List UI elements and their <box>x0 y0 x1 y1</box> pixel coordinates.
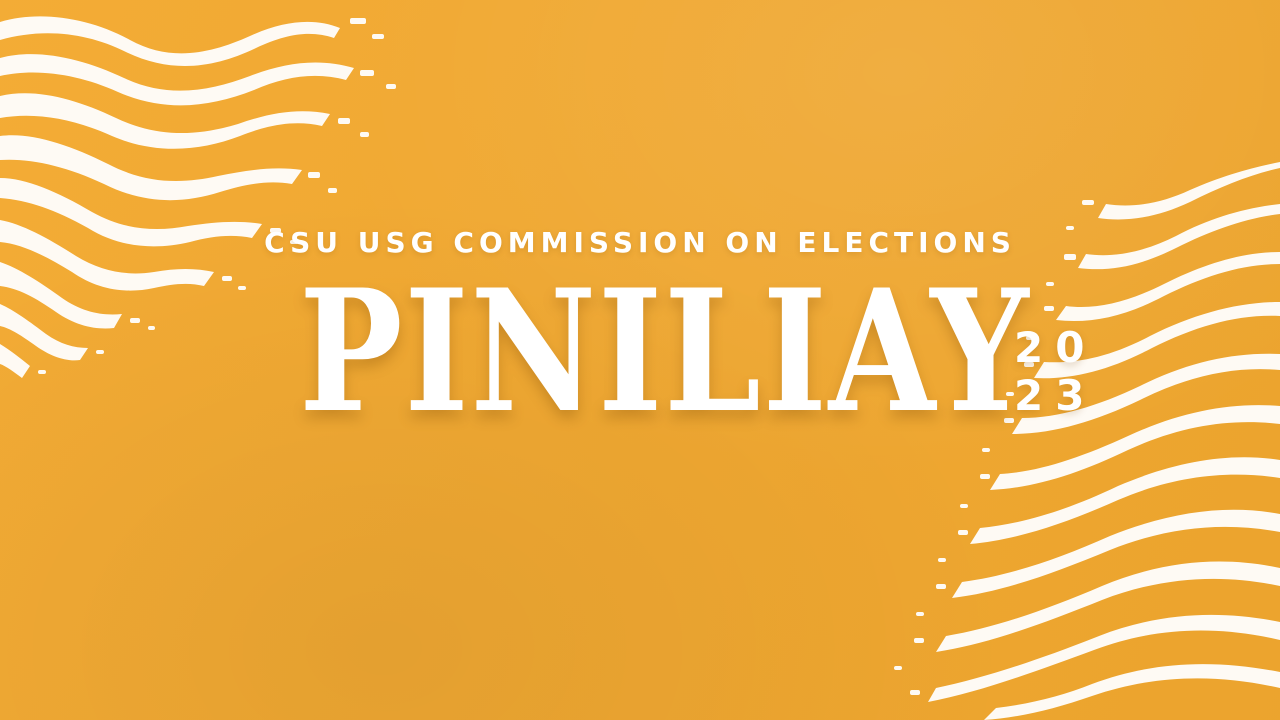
year-bottom-digits: 23 <box>1014 371 1097 420</box>
year-top-digits: 20 <box>1014 323 1097 372</box>
year-stack: 20 23 <box>1014 324 1098 420</box>
title-block: CSU USG COMMISSION ON ELECTIONS PINILIAY… <box>0 0 1280 720</box>
event-title: PINILIAY <box>299 252 1031 450</box>
